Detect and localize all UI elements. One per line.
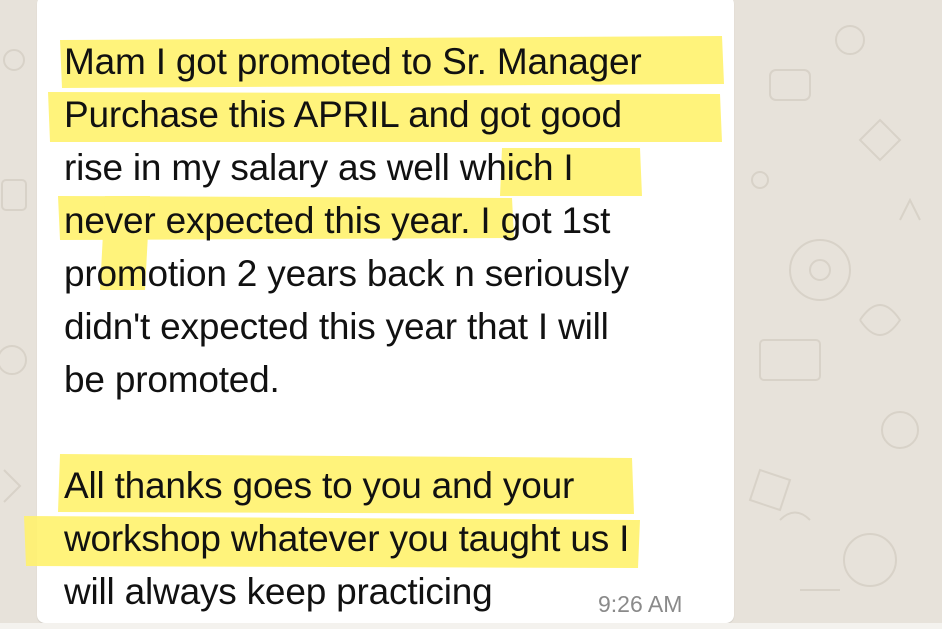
message-line: didn't expected this year that I will	[64, 306, 609, 347]
message-line: rise in my salary as well which I	[64, 147, 574, 188]
message-line: promotion 2 years back n seriously	[64, 253, 629, 294]
message-line: will always keep practicing	[64, 571, 493, 612]
message-line: All thanks goes to you and your	[64, 465, 575, 506]
message-line: be promoted.	[64, 359, 280, 400]
message-line: Purchase this APRIL and got good	[64, 94, 622, 135]
bottom-edge	[0, 623, 942, 629]
message-timestamp: 9:26 AM	[598, 591, 683, 617]
message-line: Mam I got promoted to Sr. Manager	[64, 41, 642, 82]
message-line: never expected this year. I got 1st	[64, 200, 611, 241]
message-line: workshop whatever you taught us I	[64, 518, 630, 559]
